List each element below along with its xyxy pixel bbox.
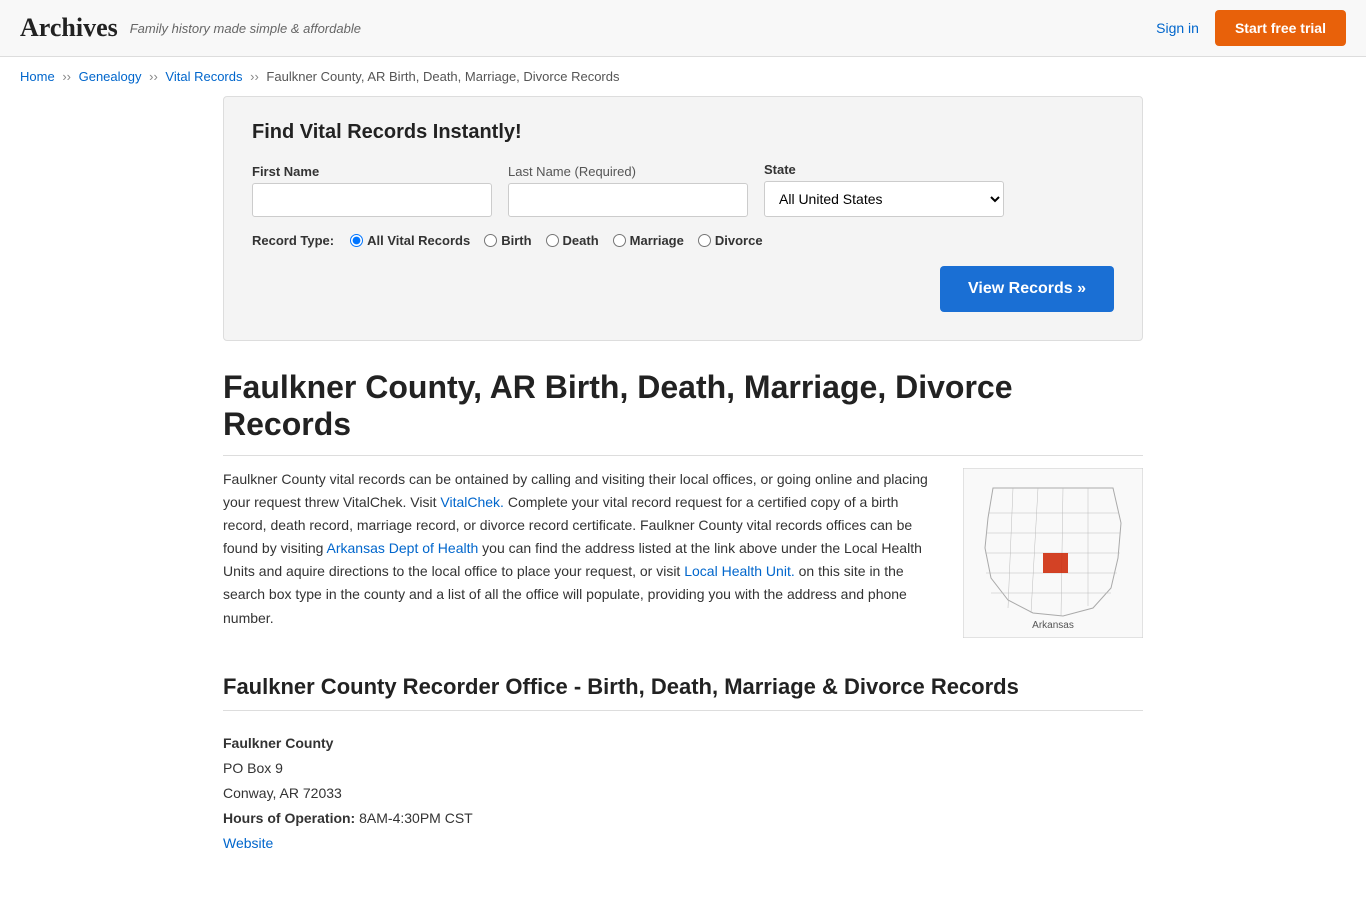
state-label: State [764,162,1004,177]
radio-death-label: Death [563,233,599,248]
breadcrumb: Home ›› Genealogy ›› Vital Records ›› Fa… [0,57,1366,96]
last-name-group: Last Name (Required) [508,164,748,217]
recorder-section: Faulkner County Recorder Office - Birth,… [223,674,1143,857]
search-fields: First Name Last Name (Required) State Al… [252,162,1114,217]
radio-death-input[interactable] [546,234,559,247]
faulkner-county-highlight [1043,553,1068,573]
office-website-link[interactable]: Website [223,835,273,851]
breadcrumb-genealogy[interactable]: Genealogy [79,69,142,84]
vitalchek-link[interactable]: VitalChek. [440,494,504,510]
content-section: Faulkner County vital records can be ont… [223,468,1143,642]
breadcrumb-vital-records[interactable]: Vital Records [165,69,242,84]
breadcrumb-sep-3: ›› [250,69,259,84]
radio-divorce[interactable]: Divorce [698,233,763,248]
radio-divorce-label: Divorce [715,233,763,248]
office-name: Faulkner County [223,731,1143,756]
breadcrumb-sep-2: ›› [149,69,158,84]
header-left: Archives Family history made simple & af… [20,13,361,43]
radio-death[interactable]: Death [546,233,599,248]
record-type-label: Record Type: [252,233,334,248]
state-label-text: Arkansas [1032,620,1074,631]
office-po-box: PO Box 9 [223,756,1143,781]
search-title: Find Vital Records Instantly! [252,121,1114,144]
record-type-row: Record Type: All Vital Records Birth Dea… [252,233,1114,248]
page-title: Faulkner County, AR Birth, Death, Marria… [223,369,1143,456]
record-type-group: All Vital Records Birth Death Marriage D… [350,233,762,248]
sign-in-link[interactable]: Sign in [1156,20,1199,36]
site-tagline: Family history made simple & affordable [130,21,361,36]
first-name-input[interactable] [252,183,492,217]
last-name-label: Last Name (Required) [508,164,748,179]
breadcrumb-sep-1: ›› [62,69,71,84]
radio-all-vital[interactable]: All Vital Records [350,233,470,248]
content-paragraph: Faulkner County vital records can be ont… [223,468,939,630]
radio-marriage[interactable]: Marriage [613,233,684,248]
breadcrumb-current: Faulkner County, AR Birth, Death, Marria… [266,69,619,84]
radio-birth-label: Birth [501,233,531,248]
radio-marriage-input[interactable] [613,234,626,247]
first-name-group: First Name [252,164,492,217]
radio-all-vital-input[interactable] [350,234,363,247]
arkansas-map-svg: Arkansas [963,468,1143,638]
start-trial-button[interactable]: Start free trial [1215,10,1346,46]
state-select[interactable]: All United States Alabama Alaska Arizona… [764,181,1004,217]
office-info: Faulkner County PO Box 9 Conway, AR 7203… [223,731,1143,857]
office-hours: Hours of Operation: 8AM-4:30PM CST [223,806,1143,831]
ar-map: Arkansas [963,468,1143,642]
main-content: Find Vital Records Instantly! First Name… [203,96,1163,897]
hours-label: Hours of Operation: [223,810,355,826]
hours-value-text: 8AM-4:30PM CST [359,810,473,826]
header-right: Sign in Start free trial [1156,10,1346,46]
radio-marriage-label: Marriage [630,233,684,248]
search-box: Find Vital Records Instantly! First Name… [223,96,1143,341]
local-health-link[interactable]: Local Health Unit. [684,563,795,579]
content-text: Faulkner County vital records can be ont… [223,468,939,642]
radio-birth[interactable]: Birth [484,233,531,248]
radio-all-vital-label: All Vital Records [367,233,470,248]
radio-birth-input[interactable] [484,234,497,247]
state-group: State All United States Alabama Alaska A… [764,162,1004,217]
site-header: Archives Family history made simple & af… [0,0,1366,57]
office-city-state: Conway, AR 72033 [223,781,1143,806]
radio-divorce-input[interactable] [698,234,711,247]
first-name-label: First Name [252,164,492,179]
site-logo: Archives [20,13,118,43]
ar-health-link[interactable]: Arkansas Dept of Health [327,540,479,556]
last-name-input[interactable] [508,183,748,217]
breadcrumb-home[interactable]: Home [20,69,55,84]
recorder-section-title: Faulkner County Recorder Office - Birth,… [223,674,1143,711]
view-records-button[interactable]: View Records » [940,266,1114,312]
